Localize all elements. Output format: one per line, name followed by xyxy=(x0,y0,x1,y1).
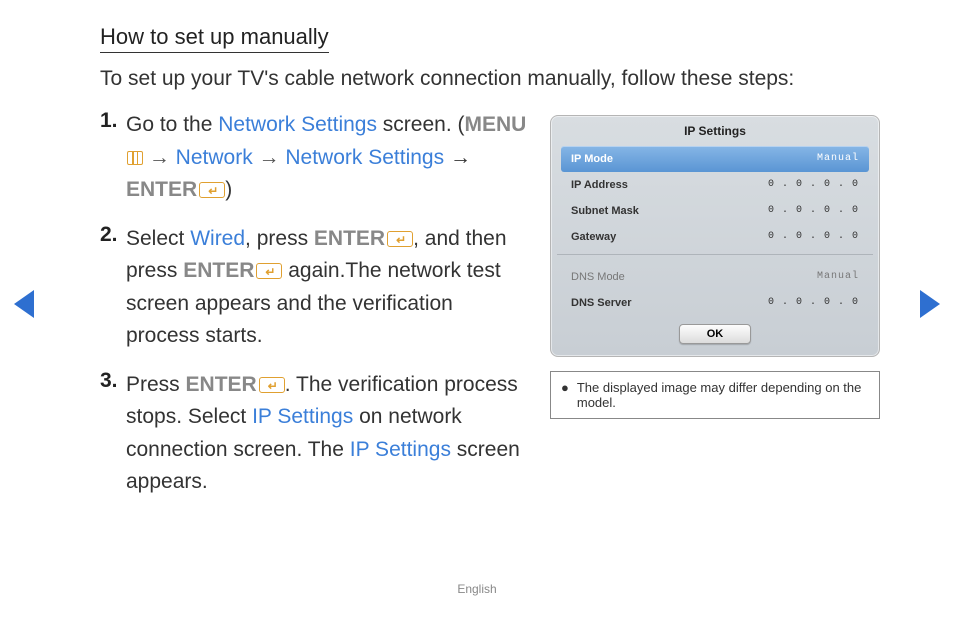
step-number: 2. xyxy=(100,223,126,353)
keyword-enter: ENTER xyxy=(186,373,257,396)
text-fragment: Select xyxy=(126,227,190,250)
text-fragment: ) xyxy=(225,178,232,201)
row-value: Manual xyxy=(817,153,859,165)
row-dns-mode: DNS Mode Manual xyxy=(561,264,869,290)
bullet-icon: ● xyxy=(561,380,569,410)
link-network-settings: Network Settings xyxy=(218,113,377,136)
link-network: Network xyxy=(176,146,253,169)
row-label: Subnet Mask xyxy=(571,205,639,217)
row-value: 0 . 0 . 0 . 0 xyxy=(768,205,859,217)
text-fragment: Go to the xyxy=(126,113,218,136)
enter-icon xyxy=(256,263,282,279)
enter-icon xyxy=(387,231,413,247)
row-label: DNS Mode xyxy=(571,271,625,283)
row-ip-address: IP Address 0 . 0 . 0 . 0 xyxy=(561,172,869,198)
row-value: 0 . 0 . 0 . 0 xyxy=(768,179,859,191)
note-text: The displayed image may differ depending… xyxy=(577,380,869,410)
steps-list: 1. Go to the Network Settings screen. (M… xyxy=(100,109,530,515)
row-subnet-mask: Subnet Mask 0 . 0 . 0 . 0 xyxy=(561,198,869,224)
row-label: IP Mode xyxy=(571,153,613,165)
ip-settings-panel: IP Settings IP Mode Manual IP Address 0 … xyxy=(550,115,880,357)
panel-separator xyxy=(557,254,873,262)
step-text: Select Wired, press ENTER, and then pres… xyxy=(126,223,530,353)
prev-page-arrow[interactable] xyxy=(14,290,34,318)
step-text: Go to the Network Settings screen. (MENU… xyxy=(126,109,530,207)
menu-icon xyxy=(127,151,143,165)
step-number: 1. xyxy=(100,109,126,207)
text-fragment: screen. ( xyxy=(377,113,465,136)
arrow-icon: → xyxy=(143,146,176,169)
panel-title: IP Settings xyxy=(561,124,869,138)
keyword-menu: MENU xyxy=(465,113,527,136)
row-value: Manual xyxy=(817,271,859,283)
text-fragment: → xyxy=(444,146,471,169)
step-2: 2. Select Wired, press ENTER, and then p… xyxy=(100,223,530,353)
intro-text: To set up your TV's cable network connec… xyxy=(100,67,894,91)
step-3: 3. Press ENTER. The verification process… xyxy=(100,369,530,499)
keyword-enter: ENTER xyxy=(183,259,254,282)
keyword-enter: ENTER xyxy=(314,227,385,250)
row-ip-mode: IP Mode Manual xyxy=(561,146,869,172)
row-dns-server: DNS Server 0 . 0 . 0 . 0 xyxy=(561,290,869,316)
ok-button[interactable]: OK xyxy=(679,324,751,344)
link-ip-settings: IP Settings xyxy=(252,405,353,428)
footer-language: English xyxy=(0,582,954,596)
row-label: IP Address xyxy=(571,179,628,191)
right-column: IP Settings IP Mode Manual IP Address 0 … xyxy=(550,109,880,515)
link-wired: Wired xyxy=(190,227,245,250)
link-ip-settings-2: IP Settings xyxy=(350,438,451,461)
row-value: 0 . 0 . 0 . 0 xyxy=(768,231,859,243)
note-box: ● The displayed image may differ dependi… xyxy=(550,371,880,419)
text-fragment: Press xyxy=(126,373,186,396)
content-row: 1. Go to the Network Settings screen. (M… xyxy=(100,109,894,515)
arrow-icon: → xyxy=(253,146,286,169)
row-gateway: Gateway 0 . 0 . 0 . 0 xyxy=(561,224,869,250)
keyword-enter: ENTER xyxy=(126,178,197,201)
step-text: Press ENTER. The verification process st… xyxy=(126,369,530,499)
text-fragment: , press xyxy=(245,227,314,250)
section-heading: How to set up manually xyxy=(100,24,329,53)
link-network-settings-2: Network Settings xyxy=(285,146,444,169)
enter-icon xyxy=(199,182,225,198)
enter-icon xyxy=(259,377,285,393)
next-page-arrow[interactable] xyxy=(920,290,940,318)
row-label: Gateway xyxy=(571,231,616,243)
row-value: 0 . 0 . 0 . 0 xyxy=(768,297,859,309)
step-number: 3. xyxy=(100,369,126,499)
row-label: DNS Server xyxy=(571,297,632,309)
step-1: 1. Go to the Network Settings screen. (M… xyxy=(100,109,530,207)
